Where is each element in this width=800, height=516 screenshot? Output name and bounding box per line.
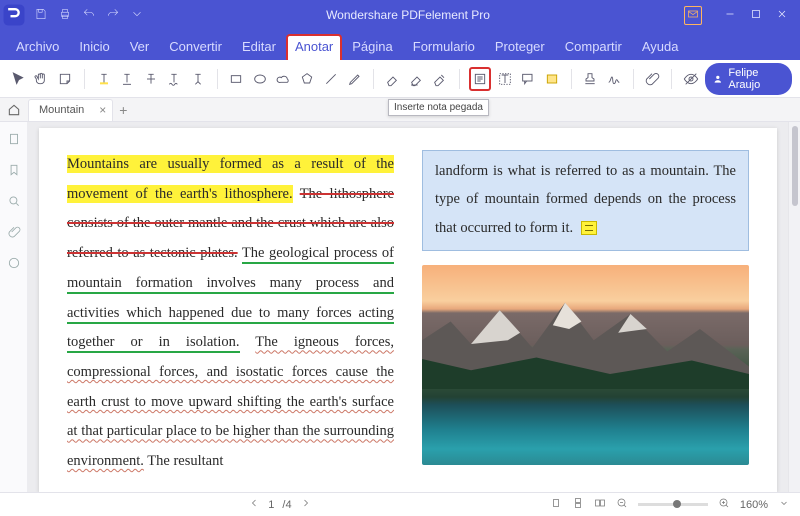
cursor-tool-icon[interactable]	[8, 67, 28, 91]
menu-inicio[interactable]: Inicio	[69, 34, 119, 60]
page-current[interactable]: 1	[268, 499, 274, 511]
menu-editar[interactable]: Editar	[232, 34, 286, 60]
add-tab-button[interactable]: +	[119, 102, 127, 118]
menu-pagina[interactable]: Página	[342, 34, 402, 60]
eraser-1-icon[interactable]	[383, 67, 403, 91]
tab-close-icon[interactable]: ×	[99, 103, 106, 117]
area-highlight-icon[interactable]	[542, 67, 562, 91]
tab-mountain[interactable]: Mountain ×	[28, 99, 113, 121]
attachment-icon[interactable]	[643, 67, 663, 91]
dropdown-icon[interactable]	[130, 7, 144, 24]
menu-formulario[interactable]: Formulario	[403, 34, 485, 60]
signature-icon[interactable]	[604, 67, 624, 91]
thumbnails-icon[interactable]	[7, 132, 21, 149]
app-logo	[0, 1, 28, 29]
bookmarks-icon[interactable]	[7, 163, 21, 180]
strike-text-icon[interactable]	[141, 67, 161, 91]
stamp-icon[interactable]	[581, 67, 601, 91]
document-viewport[interactable]: Mountains are usually formed as a result…	[28, 122, 788, 492]
oval-shape-icon[interactable]	[250, 67, 270, 91]
zoom-in-icon[interactable]	[718, 497, 730, 512]
left-column: Mountains are usually formed as a result…	[67, 150, 394, 470]
view-continuous-icon[interactable]	[572, 497, 584, 512]
view-single-icon[interactable]	[550, 497, 562, 512]
undo-icon[interactable]	[82, 7, 96, 24]
text-box-icon[interactable]	[495, 67, 515, 91]
zoom-out-icon[interactable]	[616, 497, 628, 512]
hand-tool-icon[interactable]	[32, 67, 52, 91]
cloud-shape-icon[interactable]	[274, 67, 294, 91]
menu-proteger[interactable]: Proteger	[485, 34, 555, 60]
line-shape-icon[interactable]	[321, 67, 341, 91]
attachments-sidebar-icon[interactable]	[7, 225, 21, 242]
zoom-value: 160%	[740, 499, 768, 511]
menu-compartir[interactable]: Compartir	[555, 34, 632, 60]
zoom-dropdown-icon[interactable]	[778, 497, 790, 512]
sticky-note-annotation-icon[interactable]	[581, 221, 597, 235]
scrollbar-thumb[interactable]	[792, 126, 798, 206]
underline-text-icon[interactable]	[117, 67, 137, 91]
menu-ver[interactable]: Ver	[120, 34, 160, 60]
tab-label: Mountain	[39, 104, 84, 116]
status-bar: 1 /4 160%	[0, 492, 800, 516]
prev-page-icon[interactable]	[248, 497, 260, 512]
menu-archivo[interactable]: Archivo	[6, 34, 69, 60]
vertical-scrollbar[interactable]	[788, 122, 800, 492]
squiggle-text[interactable]: The igneous forces, compressional forces…	[67, 334, 394, 469]
eraser-2-icon[interactable]	[407, 67, 427, 91]
menu-bar: Archivo Inicio Ver Convertir Editar Anot…	[0, 30, 800, 60]
toolbar-tooltip: Inserte nota pegada	[388, 99, 489, 116]
home-icon[interactable]	[4, 100, 24, 120]
menu-anotar[interactable]: Anotar	[286, 34, 342, 60]
user-badge[interactable]: Felipe Araujo	[705, 63, 792, 95]
plain-tail-text: The resultant	[147, 453, 223, 469]
mail-icon[interactable]	[684, 6, 702, 25]
caret-text-icon[interactable]	[188, 67, 208, 91]
print-icon[interactable]	[58, 7, 72, 24]
insert-note-icon[interactable]	[469, 67, 491, 91]
highlight-text-icon[interactable]	[94, 67, 114, 91]
left-sidebar	[0, 122, 28, 492]
rect-shape-icon[interactable]	[227, 67, 247, 91]
next-page-icon[interactable]	[300, 497, 312, 512]
minimize-icon[interactable]	[724, 8, 736, 23]
page-total: /4	[282, 499, 291, 511]
title-bar: Wondershare PDFelement Pro	[0, 0, 800, 30]
pencil-icon[interactable]	[345, 67, 365, 91]
body: Mountains are usually formed as a result…	[0, 122, 800, 492]
eraser-3-icon[interactable]	[430, 67, 450, 91]
comments-sidebar-icon[interactable]	[7, 256, 21, 273]
close-icon[interactable]	[776, 8, 788, 23]
pdf-page: Mountains are usually formed as a result…	[39, 128, 777, 492]
mountain-image	[422, 265, 749, 465]
callout-icon[interactable]	[519, 67, 539, 91]
view-facing-icon[interactable]	[594, 497, 606, 512]
selected-text-box[interactable]: landform is what is referred to as a mou…	[422, 150, 749, 251]
polygon-shape-icon[interactable]	[298, 67, 318, 91]
zoom-slider[interactable]	[638, 503, 708, 506]
page-navigator: 1 /4	[248, 497, 311, 512]
hide-annotations-icon[interactable]	[681, 67, 701, 91]
app-window: Wondershare PDFelement Pro Archivo Inici…	[0, 0, 800, 516]
user-name: Felipe Araujo	[728, 67, 780, 91]
redo-icon[interactable]	[106, 7, 120, 24]
sticky-note-icon[interactable]	[55, 67, 75, 91]
menu-ayuda[interactable]: Ayuda	[632, 34, 689, 60]
search-sidebar-icon[interactable]	[7, 194, 21, 211]
app-title: Wondershare PDFelement Pro	[144, 8, 672, 22]
maximize-icon[interactable]	[750, 8, 762, 23]
right-column: landform is what is referred to as a mou…	[422, 150, 749, 470]
menu-convertir[interactable]: Convertir	[159, 34, 232, 60]
save-icon[interactable]	[34, 7, 48, 24]
annotation-toolbar: Felipe Araujo	[0, 60, 800, 98]
squiggle-text-icon[interactable]	[165, 67, 185, 91]
